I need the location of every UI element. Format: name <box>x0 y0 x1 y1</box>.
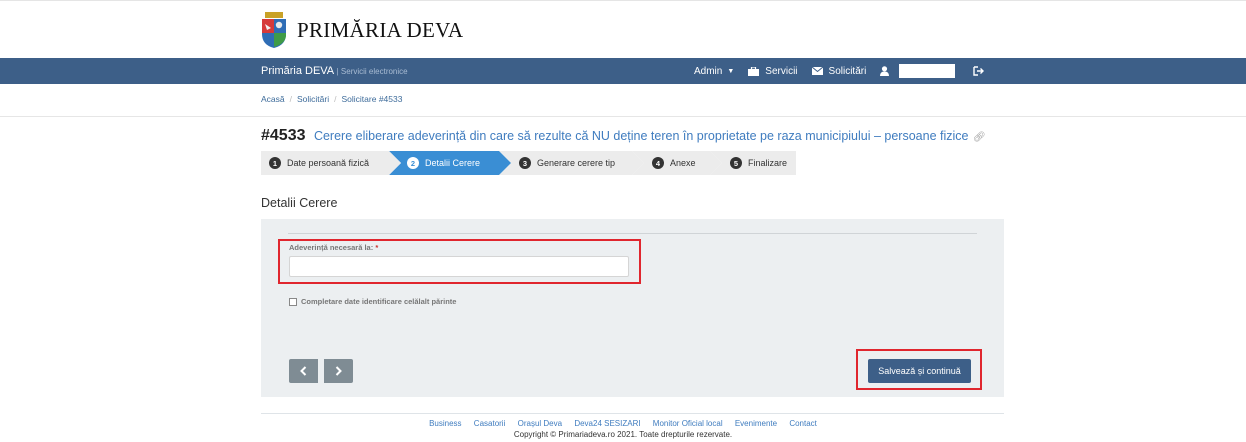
breadcrumb-current[interactable]: Solicitare #4533 <box>342 94 403 104</box>
navbar-brand-subtitle: | Servicii electronice <box>336 67 408 76</box>
nav-servicii[interactable]: Servicii <box>748 65 798 77</box>
navbar-menu: Admin ▼ Servicii Solicitări <box>694 58 1004 84</box>
next-button[interactable] <box>324 359 353 383</box>
step-number: 1 <box>269 157 281 169</box>
site-title[interactable]: PRIMĂRIA DEVA <box>297 18 463 43</box>
checkbox-label: Completare date identificare celălalt pă… <box>301 297 457 306</box>
request-title: Cerere eliberare adeverință din care să … <box>313 129 969 143</box>
navbar-brand[interactable]: Primăria DEVA | Servicii electronice <box>261 65 408 77</box>
wizard-step-3[interactable]: 3 Generare cerere tip <box>499 151 644 175</box>
logout-icon <box>973 66 985 76</box>
parent-id-checkbox-row[interactable]: Completare date identificare celălalt pă… <box>289 297 456 306</box>
top-border <box>0 0 1246 1</box>
step-number: 4 <box>652 157 664 169</box>
top-navbar: Primăria DEVA | Servicii electronice Adm… <box>0 58 1246 84</box>
save-highlight-box <box>856 349 982 390</box>
servicii-label: Servicii <box>765 65 798 77</box>
footer-links: Business Casatorii Orașul Deva Deva24 SE… <box>0 419 1246 428</box>
footer-link-evenimente[interactable]: Evenimente <box>735 419 777 428</box>
step-number: 3 <box>519 157 531 169</box>
step-label: Date persoană fizică <box>287 158 370 168</box>
step-label: Generare cerere tip <box>537 158 616 168</box>
form-panel: Adeverință necesară la: * Completare dat… <box>261 219 1004 397</box>
user-icon <box>880 66 890 76</box>
step-number: 5 <box>730 157 742 169</box>
step-label: Finalizare <box>748 158 788 168</box>
site-header: PRIMĂRIA DEVA <box>261 11 463 48</box>
footer-divider <box>261 413 1004 414</box>
navbar-brand-title: Primăria DEVA <box>261 65 334 77</box>
solicitari-label: Solicitări <box>828 65 867 77</box>
footer-link-contact[interactable]: Contact <box>789 419 817 428</box>
step-label: Detalii Cerere <box>425 158 481 168</box>
chevron-right-icon <box>335 366 342 376</box>
breadcrumb-home[interactable]: Acasă <box>261 94 285 104</box>
caret-down-icon: ▼ <box>727 67 735 75</box>
link-icon[interactable]: 🔗︎ <box>973 132 986 143</box>
footer-link-deva24[interactable]: Deva24 SESIZARI <box>574 419 640 428</box>
field-highlight-box <box>278 239 641 284</box>
nav-user[interactable] <box>880 64 973 78</box>
wizard-step-2[interactable]: 2 Detalii Cerere <box>389 151 511 175</box>
step-label: Anexe <box>670 158 696 168</box>
envelope-icon <box>811 67 823 75</box>
logout-button[interactable] <box>973 66 990 76</box>
copyright: Copyright © Primariadeva.ro 2021. Toate … <box>513 430 733 439</box>
city-crest-icon[interactable] <box>261 11 287 48</box>
divider <box>0 116 1246 117</box>
request-id: #4533 <box>261 127 306 144</box>
footer-link-monitor[interactable]: Monitor Oficial local <box>653 419 723 428</box>
footer-link-business[interactable]: Business <box>429 419 461 428</box>
footer-link-orasul-deva[interactable]: Orașul Deva <box>518 419 562 428</box>
nav-solicitari[interactable]: Solicitări <box>811 65 867 77</box>
wizard-step-5[interactable]: 5 Finalizare <box>710 151 796 175</box>
section-title: Detalii Cerere <box>261 196 338 210</box>
admin-label: Admin <box>694 65 723 77</box>
step-number: 2 <box>407 157 419 169</box>
user-name-box <box>899 64 956 78</box>
parent-id-checkbox[interactable] <box>289 297 297 306</box>
admin-dropdown[interactable]: Admin ▼ <box>694 66 734 77</box>
wizard-step-1[interactable]: 1 Date persoană fizică <box>261 151 401 175</box>
footer-link-casatorii[interactable]: Casatorii <box>474 419 506 428</box>
previous-button[interactable] <box>289 359 318 383</box>
breadcrumb: Acasă / Solicitări / Solicitare #4533 <box>261 94 403 104</box>
page-title: #4533 Cerere eliberare adeverință din ca… <box>261 127 986 145</box>
breadcrumb-solicitari[interactable]: Solicitări <box>297 94 329 104</box>
briefcase-icon <box>748 66 760 76</box>
chevron-left-icon <box>300 366 307 376</box>
wizard-steps: 1 Date persoană fizică 2 Detalii Cerere … <box>261 151 796 175</box>
panel-divider <box>288 233 977 234</box>
